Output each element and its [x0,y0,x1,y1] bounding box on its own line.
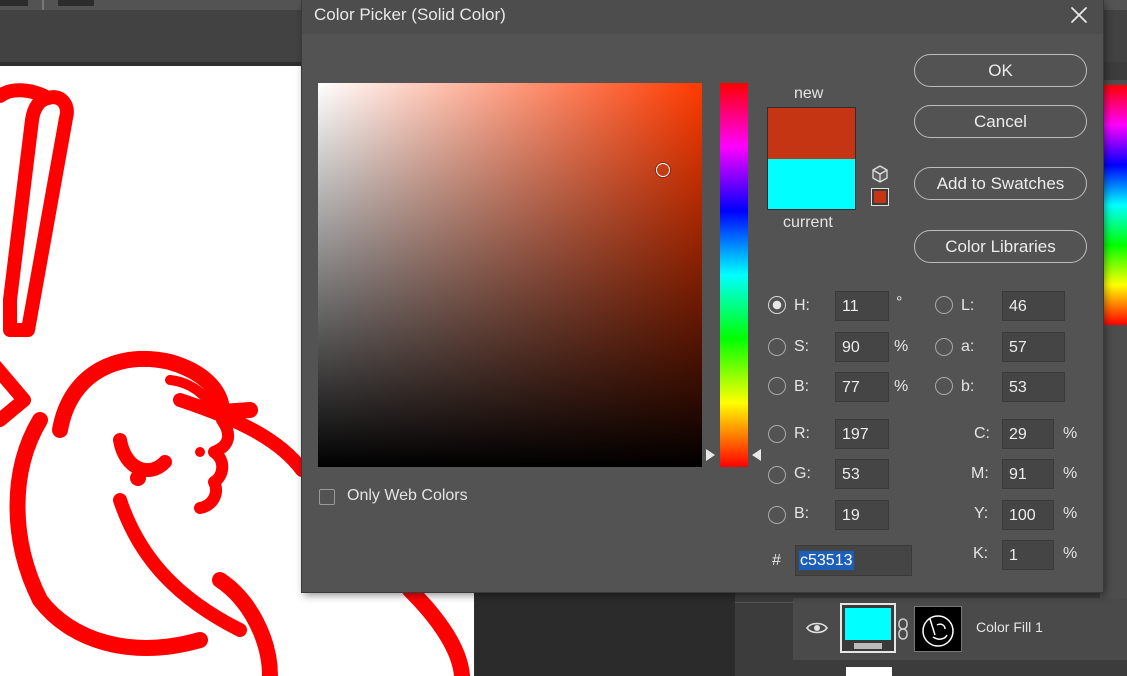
black-label: K: [973,545,989,562]
saturation-input[interactable]: 90 [835,332,889,362]
cyan-unit: % [1063,425,1078,442]
hue-slider-left-arrow-icon[interactable] [706,449,715,461]
close-icon[interactable] [1068,4,1090,26]
lab-l-radio[interactable] [935,296,953,314]
saturation-radio[interactable] [768,338,786,356]
lab-a-label: a: [961,338,975,355]
fill-layer-thumbnail[interactable] [840,603,896,653]
brightness-label: B: [794,378,810,395]
hue-unit: ° [896,294,903,311]
yellow-unit: % [1063,505,1078,522]
hue-slider[interactable] [720,83,748,467]
magenta-unit: % [1063,465,1078,482]
color-panel-hue-bar[interactable] [1104,85,1127,325]
hex-label: # [772,552,781,569]
saturation-unit: % [894,338,909,355]
hex-input[interactable]: c53513 [795,545,912,576]
lab-b-label: b: [961,378,975,395]
brightness-unit: % [894,378,909,395]
hue-label: H: [794,297,810,314]
current-color-swatch[interactable] [767,159,856,210]
new-color-label: new [794,85,824,102]
black-unit: % [1063,545,1078,562]
green-input[interactable]: 53 [835,459,889,489]
green-label: G: [794,465,811,482]
cyan-input[interactable]: 29 [1002,419,1054,449]
brightness-radio[interactable] [768,377,786,395]
eye-icon[interactable] [806,620,828,636]
yellow-label: Y: [974,505,989,522]
color-picker-dialog: Color Picker (Solid Color) new current O… [302,0,1103,592]
saturation-label: S: [794,338,810,355]
dialog-title: Color Picker (Solid Color) [314,5,506,24]
brightness-input[interactable]: 77 [835,372,889,402]
fill-color-swatch [845,608,891,640]
color-libraries-button[interactable]: Color Libraries [914,230,1087,263]
green-radio[interactable] [768,466,786,484]
cancel-button[interactable]: Cancel [914,105,1087,138]
ok-button[interactable]: OK [914,54,1087,87]
blue-input[interactable]: 19 [835,500,889,530]
hue-slider-right-arrow-icon[interactable] [752,449,761,461]
layer-mask-thumbnail[interactable] [914,606,962,652]
lab-l-input[interactable]: 46 [1002,291,1065,321]
lab-l-label: L: [961,297,975,314]
blue-radio[interactable] [768,506,786,524]
red-radio[interactable] [768,425,786,443]
web-safe-cube-icon[interactable] [870,164,890,184]
lab-a-radio[interactable] [935,338,953,356]
layer-thumbnail[interactable] [846,667,892,676]
hex-value: c53513 [799,551,854,570]
yellow-input[interactable]: 100 [1002,500,1054,530]
fill-thumbnail-base [854,643,882,649]
hue-input[interactable]: 11 [835,291,889,321]
black-input[interactable]: 1 [1002,540,1054,570]
hue-radio[interactable] [768,296,786,314]
cyan-label: C: [974,425,990,442]
new-color-swatch [767,107,856,159]
current-color-label: current [783,214,833,231]
layer-name[interactable]: Color Fill 1 [976,619,1043,635]
lab-b-radio[interactable] [935,377,953,395]
magenta-input[interactable]: 91 [1002,459,1054,489]
lab-b-input[interactable]: 53 [1002,372,1065,402]
web-safe-color-swatch-icon[interactable] [871,188,889,206]
blue-label: B: [794,505,810,522]
lab-a-input[interactable]: 57 [1002,332,1065,362]
magenta-label: M: [971,465,989,482]
link-icon[interactable] [897,617,909,641]
only-web-colors-checkbox[interactable] [319,489,335,505]
only-web-colors-label[interactable]: Only Web Colors [347,487,468,505]
saturation-brightness-field[interactable] [318,83,702,467]
color-selector-ring[interactable] [656,163,670,177]
add-to-swatches-button[interactable]: Add to Swatches [914,167,1087,200]
layer-row[interactable] [793,660,1127,676]
red-input[interactable]: 197 [835,419,889,449]
red-label: R: [794,425,810,442]
